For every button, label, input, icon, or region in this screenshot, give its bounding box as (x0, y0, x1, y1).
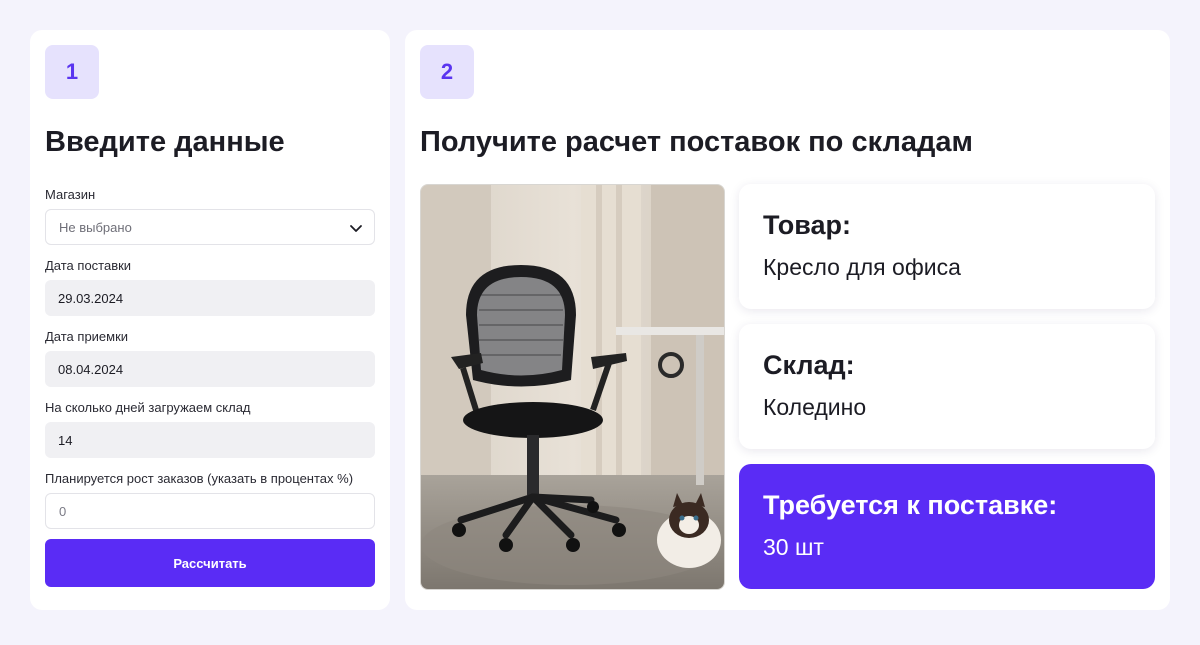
required-supply-value: 30 шт (763, 534, 824, 560)
acceptance-date-field[interactable]: 08.04.2024 (45, 351, 375, 387)
store-label: Магазин (45, 187, 96, 202)
result-card: 2 Получите расчет поставок по складам То… (405, 30, 1170, 610)
chevron-down-icon (350, 225, 362, 232)
warehouse-value: Коледино (763, 394, 867, 420)
required-supply-box: Требуется к поставке: 30 шт (739, 464, 1155, 589)
order-growth-placeholder: 0 (59, 503, 67, 519)
step-badge: 2 (420, 45, 474, 99)
acceptance-date-label: Дата приемки (45, 329, 129, 344)
product-value: Кресло для офиса (763, 254, 961, 280)
product-image (420, 184, 725, 590)
input-card: 1 Введите данные Магазин Не выбрано Дата… (30, 30, 390, 610)
stock-days-field[interactable]: 14 (45, 422, 375, 458)
stock-days-label: На сколько дней загружаем склад (45, 400, 251, 415)
product-info-box: Товар: Кресло для офиса (739, 184, 1155, 309)
product-label: Товар: (763, 210, 852, 240)
acceptance-date-value: 08.04.2024 (58, 361, 124, 377)
delivery-date-value: 29.03.2024 (58, 290, 124, 306)
order-growth-input[interactable]: 0 (45, 493, 375, 529)
step-badge: 1 (45, 45, 99, 99)
order-growth-label: Планируется рост заказов (указать в проц… (45, 471, 354, 486)
required-supply-label: Требуется к поставке: (763, 490, 1058, 520)
delivery-date-field[interactable]: 29.03.2024 (45, 280, 375, 316)
delivery-date-label: Дата поставки (45, 258, 132, 273)
warehouse-info-box: Склад: Коледино (739, 324, 1155, 449)
office-chair-photo (421, 185, 724, 589)
result-card-title: Получите расчет поставок по складам (420, 126, 973, 158)
calculate-button[interactable]: Рассчитать (45, 539, 375, 587)
input-card-title: Введите данные (45, 126, 285, 158)
store-select-value: Не выбрано (59, 219, 132, 235)
warehouse-label: Склад: (763, 350, 855, 380)
stock-days-value: 14 (58, 432, 73, 448)
store-select[interactable]: Не выбрано (45, 209, 375, 245)
